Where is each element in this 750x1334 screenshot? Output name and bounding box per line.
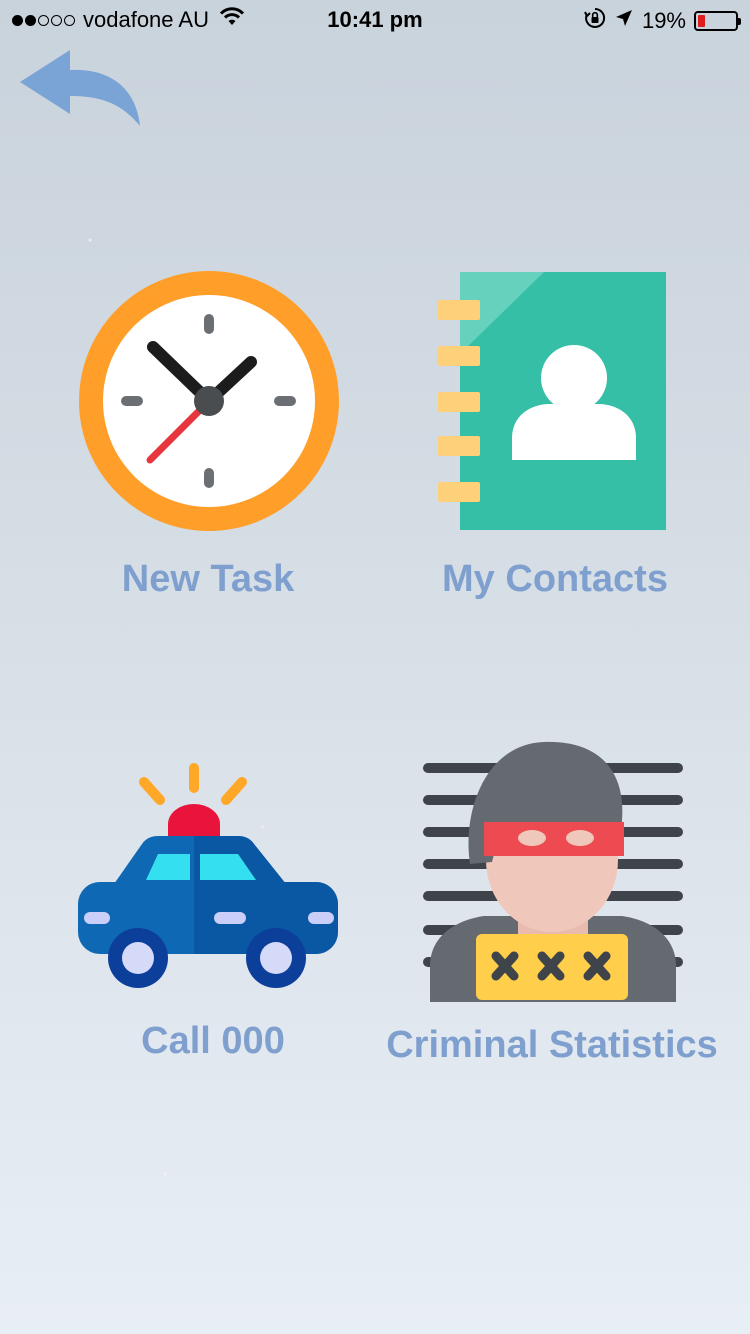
tile-my-contacts[interactable]: My Contacts [410,270,700,610]
battery-level [698,15,705,27]
back-button[interactable] [18,48,144,130]
clock-icon [78,270,340,532]
background [0,0,750,1334]
battery-icon [694,11,741,31]
orientation-lock-icon [584,7,606,35]
tile-label: New Task [121,558,295,600]
status-bar: vodafone AU 10:41 pm 19% [0,0,750,40]
tile-call-000[interactable]: Call 000 [68,760,358,1070]
battery-percent: 19% [641,8,686,33]
tile-label: My Contacts [442,558,668,600]
address-book-icon [436,270,668,532]
tile-criminal-statistics[interactable]: Criminal Statistics [372,740,732,1072]
location-arrow-icon [614,8,634,34]
tile-label: Criminal Statistics [386,1024,718,1066]
police-car-icon [76,760,340,992]
criminal-mugshot-icon [422,740,684,1004]
tile-new-task[interactable]: New Task [58,270,358,610]
tile-label: Call 000 [141,1020,285,1062]
back-arrow-icon [20,50,140,126]
